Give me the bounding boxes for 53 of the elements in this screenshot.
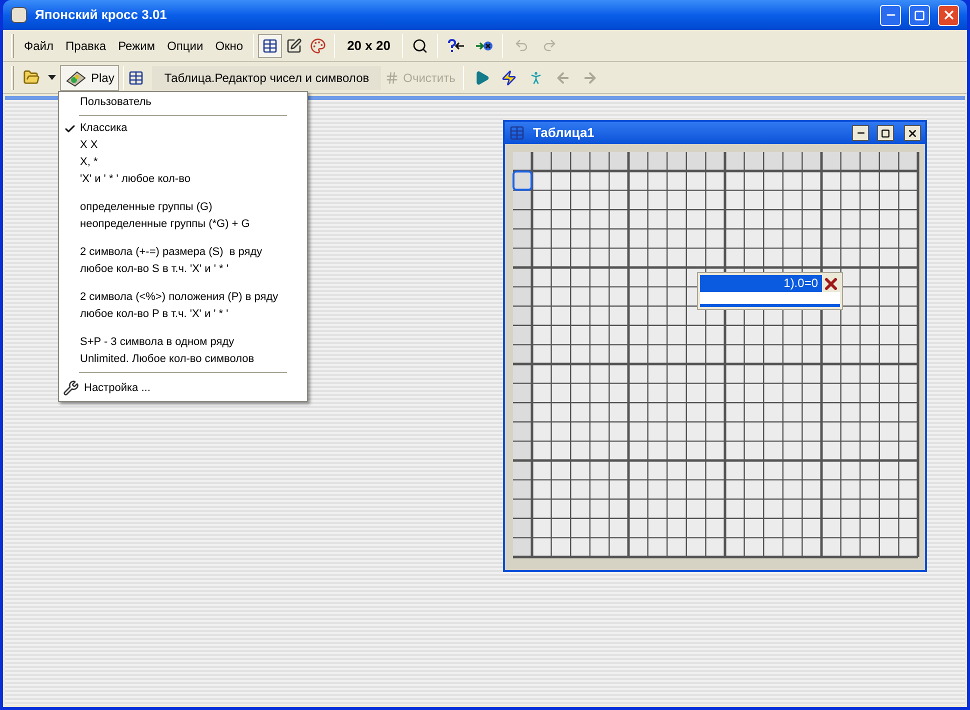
- menu-item[interactable]: любое кол-во P в т.ч. 'X' и ' * ': [59, 306, 307, 323]
- menu-item[interactable]: 2 символа (+-=) размера (S) в ряду: [59, 244, 307, 261]
- table-icon: [262, 38, 278, 54]
- child-window-title: Таблица1: [533, 124, 596, 142]
- menu-item[interactable]: Пользователь: [59, 94, 307, 111]
- search-icon: [412, 38, 428, 54]
- check-icon: [64, 122, 76, 134]
- menu-item[interactable]: Настройка ...: [59, 377, 307, 399]
- menu-item[interactable]: любое кол-во S в т.ч. 'X' и ' * ': [59, 261, 307, 278]
- menu-item[interactable]: Правка: [60, 36, 112, 54]
- table-icon: [128, 70, 144, 86]
- tools-icon: [63, 380, 79, 396]
- menu-item[interactable]: неопределенные группы (*G) + G: [59, 216, 307, 233]
- question-arrow-icon: [447, 38, 466, 52]
- menu-item[interactable]: S+P - 3 символа в одном ряду: [59, 334, 307, 351]
- lightning-icon: [500, 70, 517, 86]
- menu-item[interactable]: Unlimited. Любое кол-во символов: [59, 351, 307, 368]
- redo-icon: [542, 38, 557, 53]
- toolbar-button[interactable]: [258, 34, 282, 58]
- menu-item[interactable]: X, *: [59, 154, 307, 171]
- maximize-icon: [881, 128, 890, 138]
- menu-item[interactable]: определенные группы (G): [59, 199, 307, 216]
- undo-icon: [514, 38, 529, 53]
- input-field[interactable]: [700, 292, 840, 307]
- play-button[interactable]: Play: [60, 64, 120, 90]
- grid-size-button[interactable]: 20 x 20: [339, 36, 398, 56]
- palette-icon: [310, 38, 326, 54]
- menu-item[interactable]: Режим: [112, 36, 162, 54]
- close-icon: [942, 8, 956, 22]
- play-icon: [474, 70, 490, 86]
- mode-button[interactable]: Таблица.Редактор чисел и символов: [152, 66, 382, 90]
- edit-icon: [286, 38, 302, 54]
- menu-item[interactable]: Окно: [209, 36, 250, 54]
- menu-item[interactable]: 'X' и ' * ' любое кол-во: [59, 171, 307, 188]
- menu-item[interactable]: 2 символа (<%>) положения (P) в ряду: [59, 289, 307, 306]
- cell-cursor-icon: [512, 170, 532, 191]
- menu-item[interactable]: Классика: [59, 120, 307, 137]
- folder-icon: [22, 69, 40, 86]
- menu-item[interactable]: Опции: [161, 36, 210, 54]
- close-icon: [907, 128, 918, 138]
- value-readout: 1).0=0: [700, 275, 822, 292]
- caret-icon[interactable]: [48, 75, 56, 80]
- close-button[interactable]: [904, 125, 921, 141]
- arrow-x-icon: [475, 38, 494, 52]
- hash-icon: [385, 70, 400, 84]
- minimize-button[interactable]: [852, 125, 869, 141]
- menu-item[interactable]: Файл: [18, 36, 60, 54]
- window-title: Японский кросс 3.01: [35, 6, 168, 24]
- table-icon: [509, 125, 525, 141]
- maximize-icon: [914, 10, 925, 20]
- app-icon: [11, 7, 27, 23]
- menu-item[interactable]: X X: [59, 137, 307, 154]
- maximize-button[interactable]: [877, 125, 894, 141]
